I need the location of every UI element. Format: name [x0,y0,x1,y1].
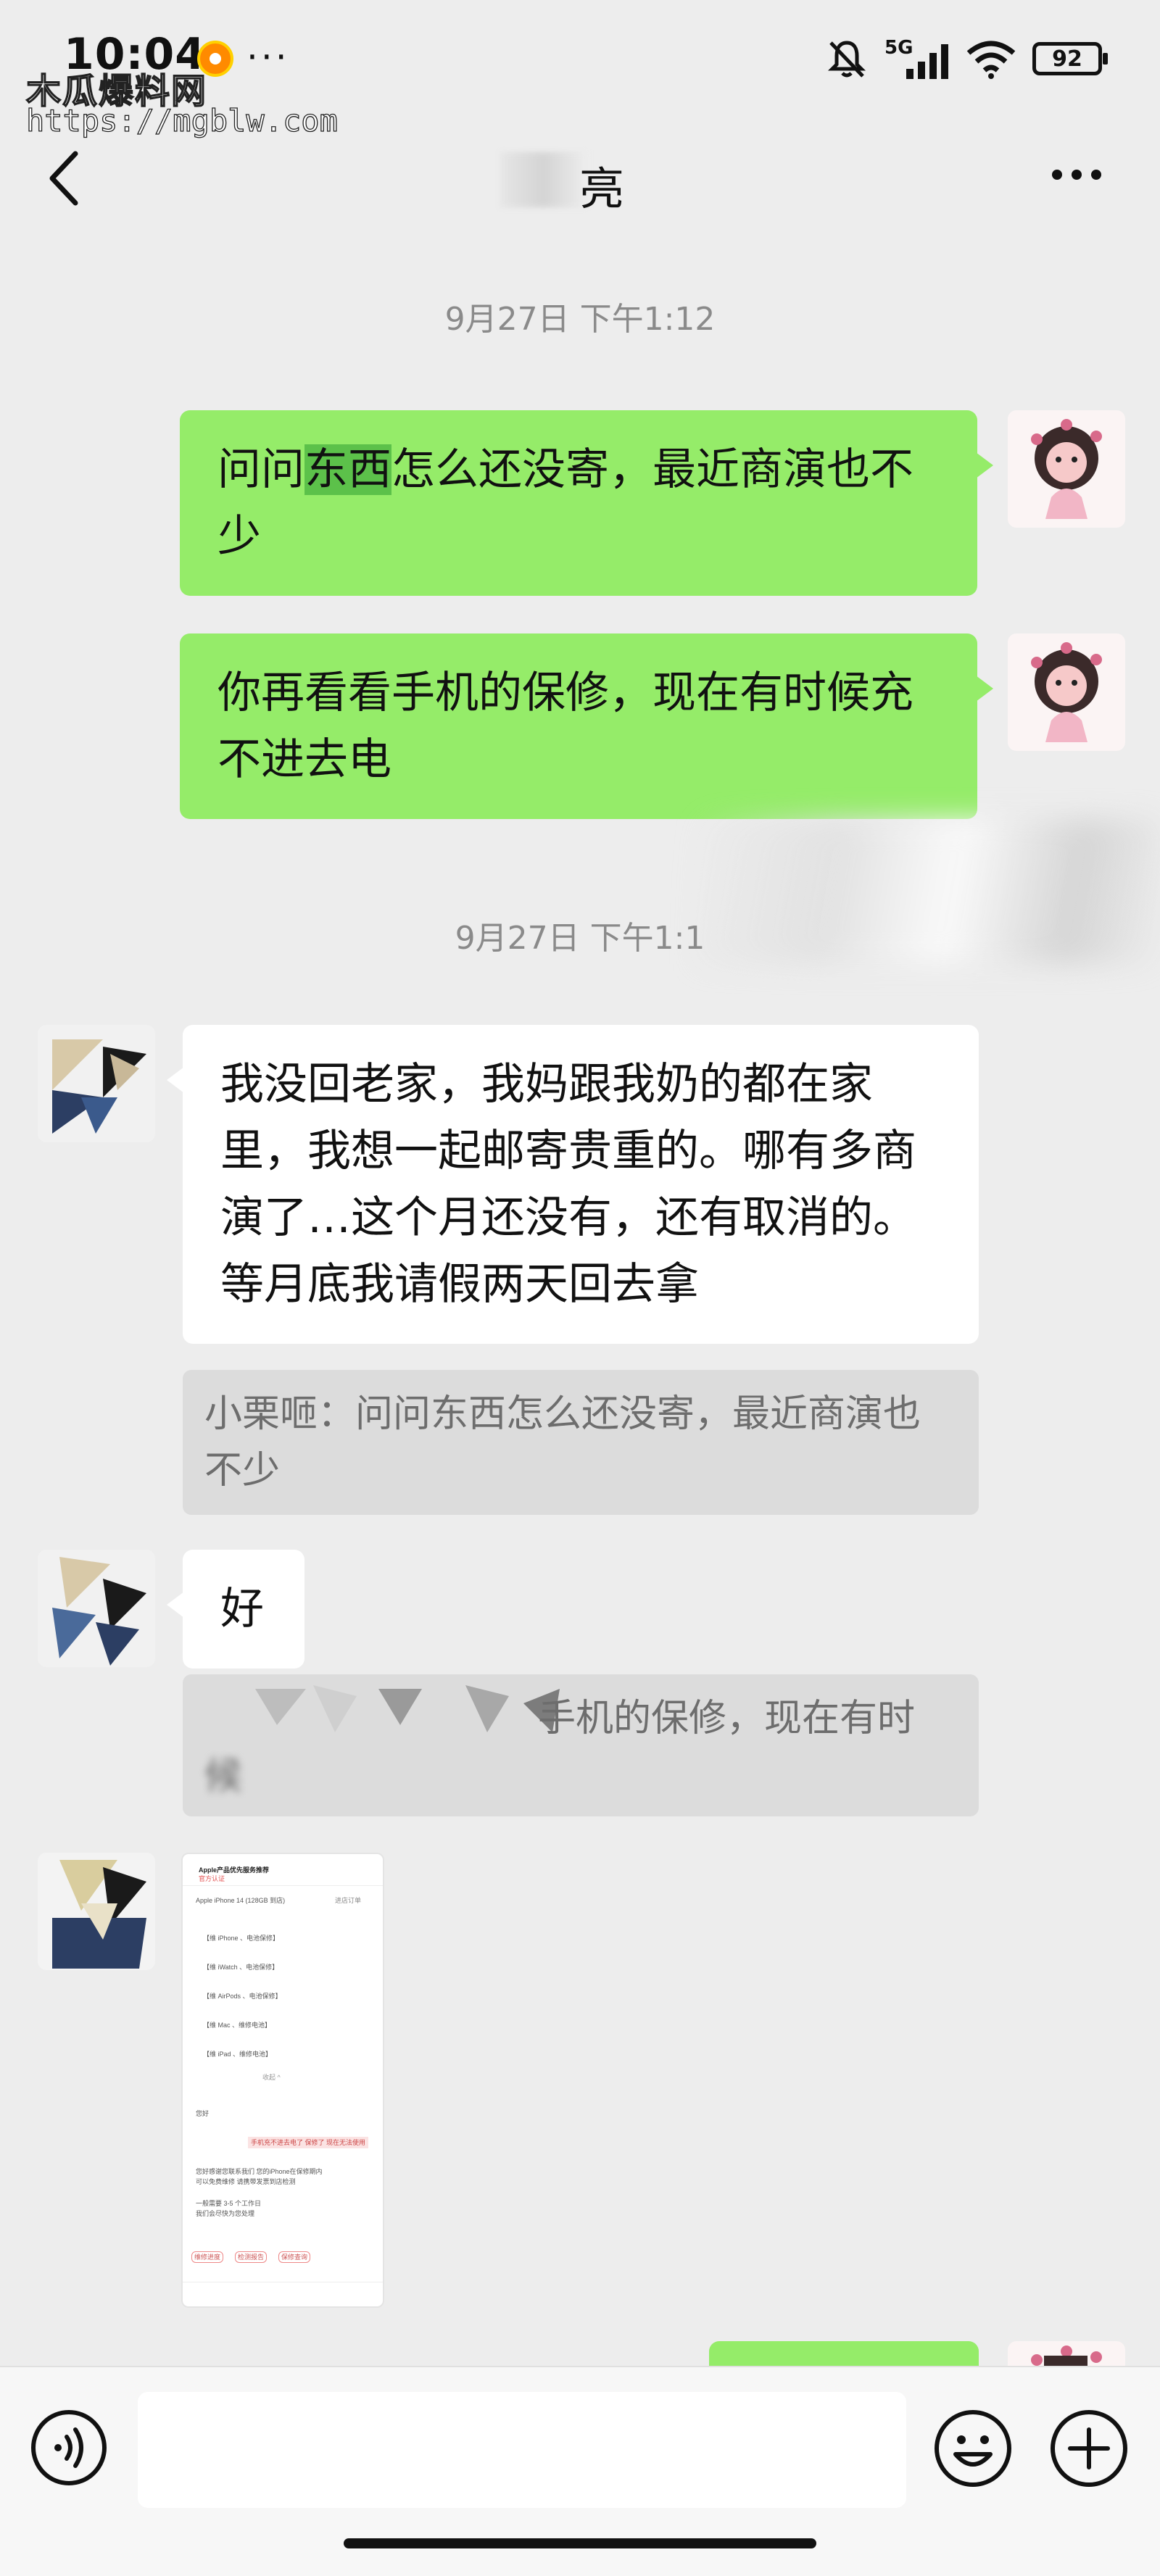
quoted-text: 手机的保修，现在有时 [538,1697,916,1740]
chat-screen: 10:04 ··· 木瓜爆料网 https://mgblw.com 5G 92 … [0,0,1160,2576]
lion-avatar-icon [1008,410,1125,528]
wifi-icon [966,41,1016,79]
message-input[interactable] [138,2392,906,2508]
voice-icon[interactable] [29,2408,109,2488]
my-avatar-partial[interactable] [1008,2341,1125,2366]
shared-screenshot-image[interactable]: Apple产品优先服务推荐 官方认证 Apple iPhone 14 (128G… [181,1853,384,2308]
contact-avatar[interactable] [38,1025,155,1142]
status-bar: 10:04 ··· 木瓜爆料网 https://mgblw.com 5G 92 [0,0,1160,139]
received-message-bubble[interactable]: 好 [167,1550,304,1669]
lion-avatar-icon [1008,633,1125,751]
contact-name[interactable]: 亮 [0,152,1160,217]
my-avatar[interactable] [1008,633,1125,751]
emoji-icon[interactable] [932,2408,1014,2489]
my-avatar[interactable] [1008,410,1125,528]
received-message-bubble[interactable]: 我没回老家，我妈跟我奶的都在家里，我想一起邮寄贵重的。哪有多商演了…这个月还没有… [167,1025,979,1344]
home-indicator[interactable] [344,2538,816,2548]
message-timestamp: 9月27日 下午1:12 [444,301,716,338]
message-text: 问问 [218,444,304,495]
mosaic-avatar-icon [38,1025,155,1142]
quoted-message[interactable]: 手机的保修，现在有时 候 [183,1674,979,1816]
plus-icon[interactable] [1048,2408,1130,2489]
quoted-message[interactable]: 小栗咂：问问东西怎么还没寄，最近商演也不少 [183,1370,979,1515]
battery-icon: 92 [1032,42,1108,75]
signal-bars-icon [906,44,948,79]
battery-level: 92 [1052,46,1082,72]
bell-off-icon [827,41,866,78]
status-icons: 5G 92 [825,33,1108,84]
contact-avatar[interactable] [38,1853,155,1970]
lion-avatar-icon [1031,2346,1102,2366]
image-bottombar [183,2282,383,2306]
quoted-text-blurred: 候 [204,1755,243,1798]
sent-message-bubble-partial[interactable] [709,2341,979,2366]
input-bar [0,2366,1160,2576]
more-dots-icon[interactable] [1050,164,1103,186]
mosaic-avatar-icon [38,1853,155,1970]
contact-avatar[interactable] [38,1550,155,1667]
message-timestamp: 9月27日 下午1:1 [455,920,705,957]
notification-more-icon: ··· [246,36,290,78]
sent-message-bubble[interactable]: 问问东西怎么还没寄，最近商演也不少 [180,410,993,596]
highlighted-text: 东西 [304,444,392,495]
mosaic-avatar-icon [38,1550,155,1667]
chat-header: 亮 [0,130,1160,225]
sent-message-bubble[interactable]: 你再看看手机的保修，现在有时候充不进去电 [180,633,993,819]
image-topbar: Apple产品优先服务推荐 官方认证 [183,1854,383,1886]
cellular-signal-icon: 5G [884,37,950,80]
